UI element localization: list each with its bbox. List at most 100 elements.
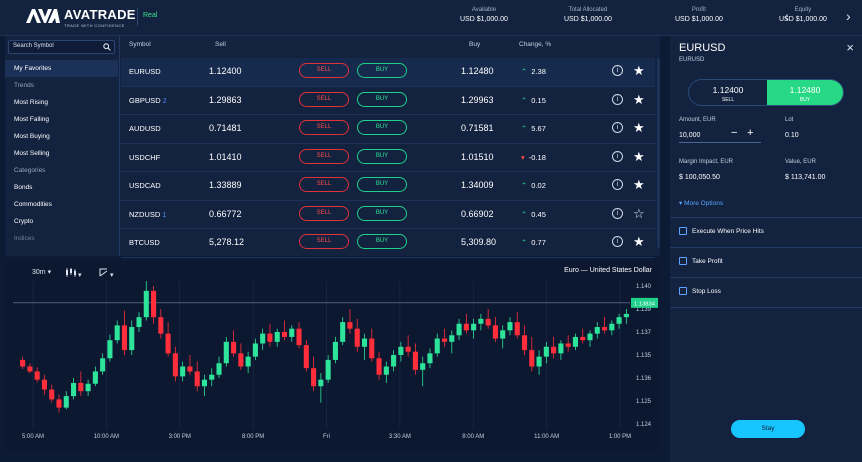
candlestick-chart[interactable]: 5:00 AM 10:00 AM 3:00 PM 8:00 PM Fri 3:30 AM 8… bbox=[5, 261, 660, 451]
sell-button[interactable]: SELL bbox=[299, 234, 349, 249]
candle-body bbox=[143, 290, 149, 318]
chevron-right-icon[interactable]: › bbox=[846, 8, 851, 24]
y-tick-label: 1.135 bbox=[636, 353, 652, 359]
sell-price-cell: 0.66772 bbox=[209, 208, 242, 219]
stay-button[interactable]: Stay bbox=[731, 420, 805, 438]
sell-side-button[interactable]: 1.12400 SELL bbox=[689, 80, 767, 105]
nav-most-selling[interactable]: Most Selling bbox=[5, 145, 118, 162]
favorite-star-icon[interactable]: ★ bbox=[633, 120, 645, 136]
buy-button[interactable]: BUY bbox=[357, 120, 407, 135]
info-icon[interactable]: i bbox=[612, 179, 623, 190]
column-header-symbol[interactable]: Symbol bbox=[129, 41, 151, 48]
nav-most-rising[interactable]: Most Rising bbox=[5, 94, 118, 111]
sell-button[interactable]: SELL bbox=[299, 120, 349, 135]
favorite-star-icon[interactable]: ★ bbox=[633, 63, 645, 79]
table-row[interactable]: USDCHF 1.01410 SELL BUY 1.01510 ▾ -0.18 i ★ bbox=[121, 144, 655, 172]
table-row[interactable]: EURUSD 1.12400 SELL BUY 1.12480 ⌃ 2.38 i ★ bbox=[121, 58, 655, 87]
favorite-star-icon[interactable]: ★ bbox=[633, 234, 645, 250]
buy-button[interactable]: BUY bbox=[357, 63, 407, 78]
sell-button[interactable]: SELL bbox=[299, 205, 349, 221]
sell-button[interactable]: SELL bbox=[299, 177, 349, 192]
candle-body bbox=[245, 356, 251, 367]
candle-body bbox=[289, 328, 295, 337]
buy-label: BUY bbox=[799, 97, 811, 103]
execute-when-price-hits-checkbox[interactable]: Execute When Price Hits bbox=[679, 227, 764, 235]
nav-bonds[interactable]: Bonds bbox=[5, 179, 118, 196]
info-icon[interactable]: i bbox=[612, 207, 623, 219]
nav-crypto[interactable]: Crypto bbox=[5, 213, 118, 230]
sell-button[interactable]: SELL bbox=[299, 91, 349, 107]
favorite-star-icon[interactable]: ★ bbox=[633, 149, 645, 165]
margin-label: Margin Impact, EUR bbox=[679, 159, 734, 165]
lot-value: 0.10 bbox=[785, 132, 799, 139]
symbol-cell: AUDUSD bbox=[129, 124, 163, 133]
symbol-name: AUDUSD bbox=[129, 124, 161, 133]
column-header-sell[interactable]: Sell bbox=[215, 41, 226, 48]
sell-button[interactable]: SELL bbox=[299, 63, 349, 78]
candle-body bbox=[252, 343, 258, 357]
info-icon[interactable]: i bbox=[612, 65, 623, 76]
candle-body bbox=[231, 341, 237, 354]
buy-button[interactable]: BUY bbox=[357, 148, 407, 164]
y-tick-label: 1.140 bbox=[636, 284, 652, 290]
table-row[interactable]: AUDUSD 0.71481 SELL BUY 0.71581 ⌃ 5.67 i ★ bbox=[121, 115, 655, 144]
stat-total-allocated: Total Allocated USD $1,000.00 bbox=[564, 7, 612, 23]
nav-commodities[interactable]: Commodities bbox=[5, 196, 118, 213]
table-row[interactable]: NZDUSD 1 0.66772 SELL BUY 0.66902 ⌃ 0.45 i ☆ bbox=[121, 201, 655, 229]
column-header-buy[interactable]: Buy bbox=[469, 41, 480, 48]
search-input[interactable]: Search Symbol bbox=[8, 40, 115, 54]
column-header-change[interactable]: Change, % bbox=[519, 41, 551, 48]
change-value: 5.67 bbox=[531, 124, 546, 133]
candle-body bbox=[100, 358, 106, 372]
info-icon[interactable]: i bbox=[612, 236, 623, 247]
candle-body bbox=[71, 382, 77, 397]
info-icon[interactable]: i bbox=[612, 150, 623, 162]
take-profit-checkbox[interactable]: Take Profit bbox=[679, 257, 723, 265]
info-icon[interactable]: i bbox=[612, 93, 623, 105]
candle-body bbox=[78, 382, 84, 392]
checkbox-label: Execute When Price Hits bbox=[692, 227, 764, 235]
candle-body bbox=[623, 313, 629, 318]
amount-underline bbox=[679, 142, 761, 143]
checkbox-label: Stop Loss bbox=[692, 287, 721, 295]
close-icon[interactable]: × bbox=[846, 40, 854, 55]
x-tick-label: 3:30 AM bbox=[389, 434, 411, 440]
candle-body bbox=[347, 322, 353, 329]
buy-price-cell: 1.34009 bbox=[461, 180, 494, 190]
favorite-star-icon[interactable]: ★ bbox=[633, 177, 645, 193]
change-value: -0.18 bbox=[528, 152, 546, 162]
nav-most-falling[interactable]: Most Falling bbox=[5, 111, 118, 128]
brand-name: AVATRADE bbox=[64, 7, 136, 22]
divider bbox=[670, 247, 862, 248]
buy-button[interactable]: BUY bbox=[357, 177, 407, 192]
x-tick-label: 11:00 AM bbox=[534, 434, 559, 440]
buy-button[interactable]: BUY bbox=[357, 91, 407, 107]
table-row[interactable]: USDCAD 1.33889 SELL BUY 1.34009 ⌃ 0.02 i ★ bbox=[121, 172, 655, 201]
nav-indices[interactable]: Indices bbox=[5, 230, 118, 247]
buy-price-cell: 5,309.80 bbox=[461, 237, 497, 247]
info-icon[interactable]: i bbox=[612, 122, 623, 133]
top-bar: AVATRADE TRADE WITH CONFIDENCE Real Avai… bbox=[0, 0, 862, 36]
nav-my-favorites[interactable]: My Favorites bbox=[5, 60, 118, 77]
sell-button[interactable]: SELL bbox=[299, 148, 349, 164]
nav-most-buying[interactable]: Most Buying bbox=[5, 128, 118, 145]
amount-field[interactable]: 10,000 bbox=[679, 132, 700, 139]
buy-button[interactable]: BUY bbox=[357, 205, 407, 221]
stop-loss-checkbox[interactable]: Stop Loss bbox=[679, 287, 721, 295]
account-mode-badge[interactable]: Real bbox=[143, 12, 157, 19]
candle-body bbox=[92, 371, 98, 384]
favorite-star-icon[interactable]: ★ bbox=[633, 92, 645, 108]
increment-button[interactable]: + bbox=[747, 127, 753, 139]
buy-button[interactable]: BUY bbox=[357, 234, 407, 249]
list-scrollbar[interactable] bbox=[657, 58, 660, 248]
table-row[interactable]: BTCUSD 5,278.12 SELL BUY 5,309.80 ⌃ 0.77 i ★ bbox=[121, 229, 655, 258]
candle-body bbox=[587, 333, 593, 341]
favorite-star-icon[interactable]: ☆ bbox=[633, 206, 645, 222]
more-options-link[interactable]: ▾ More Options bbox=[679, 199, 723, 207]
chevron-left-icon[interactable]: ‹ bbox=[784, 8, 789, 24]
table-row[interactable]: GBPUSD 2 1.29863 SELL BUY 1.29963 ⌃ 0.15 i ★ bbox=[121, 87, 655, 115]
decrement-button[interactable]: − bbox=[731, 127, 737, 139]
search-icon bbox=[103, 43, 111, 51]
buy-side-button[interactable]: 1.12480 BUY bbox=[766, 80, 843, 105]
candle-body bbox=[463, 323, 469, 331]
